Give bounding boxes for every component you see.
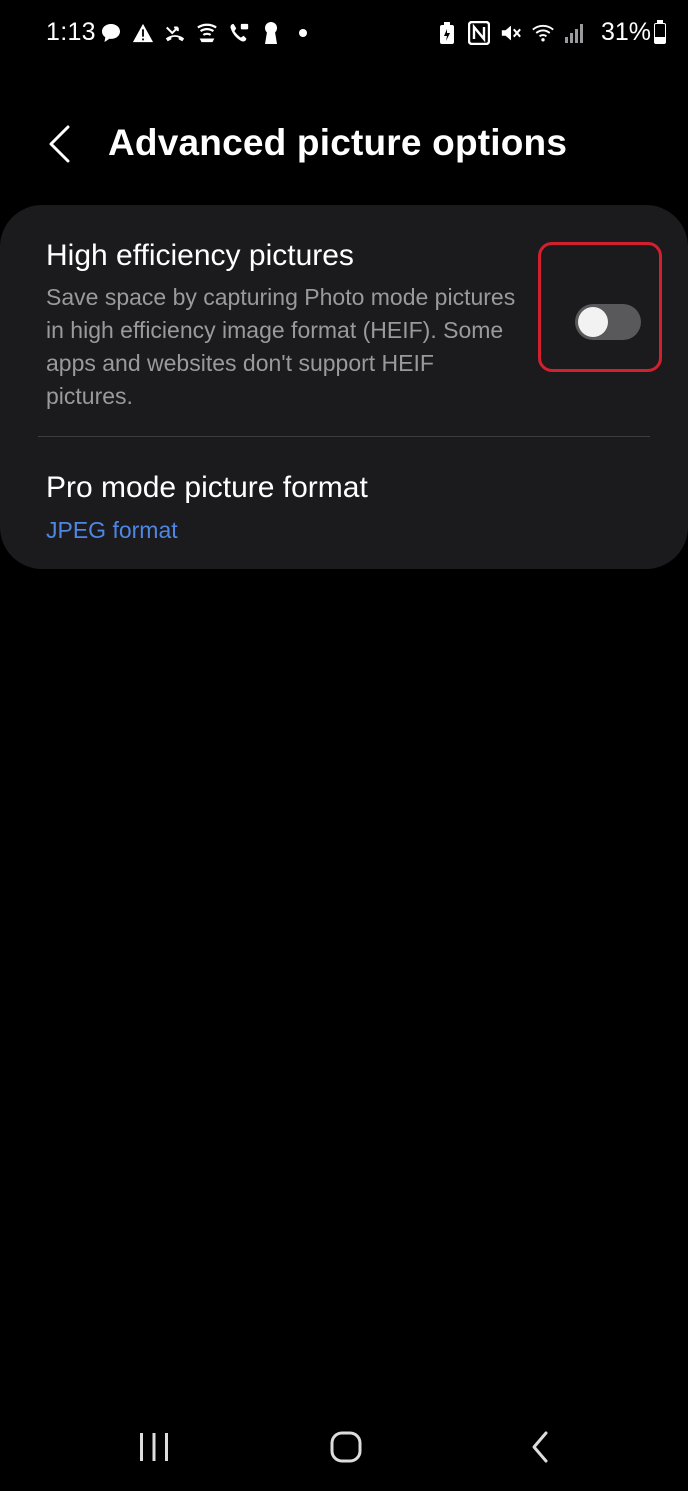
home-button[interactable]	[316, 1425, 376, 1469]
recents-icon	[140, 1433, 168, 1461]
status-time: 1:13	[46, 18, 96, 46]
notification-icons	[100, 20, 314, 46]
navigation-bar	[0, 1405, 688, 1491]
dot-icon	[292, 20, 314, 46]
voicemail-icon	[228, 20, 250, 46]
mute-icon	[500, 20, 522, 46]
system-icons	[436, 20, 586, 46]
back-icon	[532, 1431, 548, 1463]
setting-value: JPEG format	[46, 517, 178, 543]
battery-icon	[654, 20, 666, 44]
chat-bubble-icon	[100, 20, 122, 46]
battery-indicator: 31%	[601, 18, 666, 47]
app-header: Advanced picture options	[0, 110, 688, 180]
setting-title: High efficiency pictures	[46, 239, 354, 272]
missed-call-icon	[164, 20, 186, 46]
wifi-icon	[532, 20, 554, 46]
signal-icon	[564, 20, 586, 46]
battery-percent: 31%	[600, 18, 651, 46]
recents-button[interactable]	[124, 1425, 184, 1469]
alert-icon	[132, 20, 154, 46]
back-button[interactable]	[34, 118, 84, 170]
nav-back-button[interactable]	[510, 1425, 570, 1469]
chevron-left-icon	[49, 125, 70, 163]
setting-title: Pro mode picture format	[46, 471, 368, 504]
nfc-icon	[468, 20, 490, 46]
page-title: Advanced picture options	[108, 122, 568, 163]
pro-mode-picture-format-item[interactable]: Pro mode picture format JPEG format	[0, 437, 688, 569]
keyhole-icon	[260, 20, 282, 46]
toggle-thumb	[578, 307, 608, 337]
setting-description: Save space by capturing Photo mode pictu…	[46, 284, 516, 409]
status-bar: 1:13 31%	[0, 0, 688, 70]
high-efficiency-toggle[interactable]	[575, 304, 641, 340]
home-icon	[330, 1431, 362, 1463]
battery-saver-icon	[436, 20, 458, 46]
high-efficiency-pictures-item[interactable]: High efficiency pictures Save space by c…	[0, 205, 688, 437]
settings-card: High efficiency pictures Save space by c…	[0, 205, 688, 569]
wifi-calling-icon	[196, 20, 218, 46]
